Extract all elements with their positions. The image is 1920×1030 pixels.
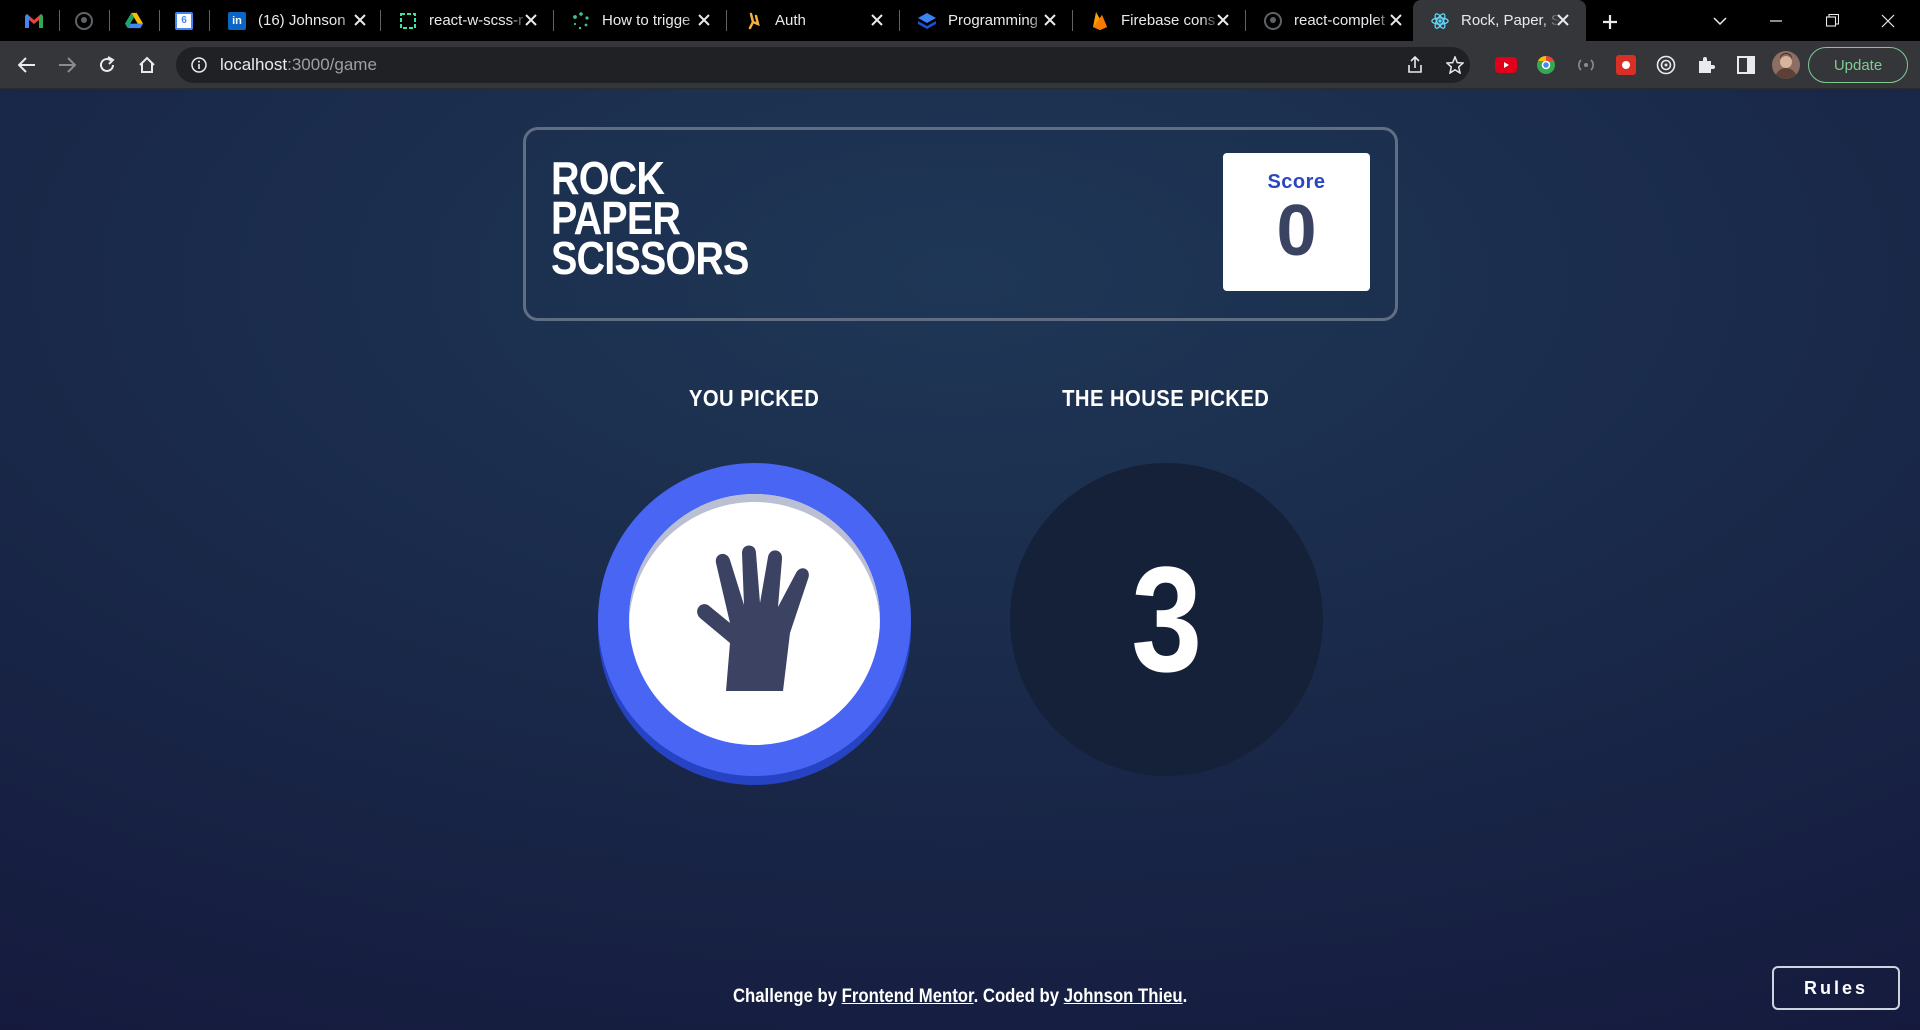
tab-github-pinned[interactable] [60, 0, 108, 41]
gmail-icon [25, 12, 43, 30]
tab-auth[interactable]: Auth [727, 0, 900, 41]
firebase-icon [1091, 11, 1109, 30]
back-button[interactable] [11, 49, 43, 81]
tab-title: How to trigge [602, 12, 691, 29]
tab-firebase[interactable]: Firebase cons [1073, 0, 1246, 41]
tab-title: Rock, Paper, S [1461, 12, 1561, 29]
tab-programming[interactable]: Programming [900, 0, 1073, 41]
rules-button[interactable]: Rules [1772, 966, 1900, 1010]
tab-gmail[interactable] [10, 0, 58, 41]
close-tab-icon[interactable] [1554, 11, 1572, 29]
github-icon [75, 11, 93, 30]
score-box: Score 0 [1223, 153, 1370, 291]
tab-codesandbox[interactable]: react-w-scss-r [381, 0, 554, 41]
share-icon[interactable] [1404, 54, 1426, 76]
loading-icon [572, 11, 590, 30]
browser-toolbar: localhost:3000/game Update [0, 41, 1920, 89]
broadcast-extension-icon[interactable] [1574, 53, 1598, 77]
close-tab-icon[interactable] [695, 11, 713, 29]
address-bar[interactable]: localhost:3000/game [176, 47, 1470, 83]
red-extension-icon[interactable] [1614, 53, 1638, 77]
frontend-mentor-link[interactable]: Frontend Mentor [842, 986, 974, 1007]
author-link[interactable]: Johnson Thieu [1064, 986, 1183, 1007]
bookmark-star-icon[interactable] [1444, 54, 1466, 76]
restore-icon [1825, 14, 1839, 27]
tab-search-button[interactable] [1692, 0, 1748, 41]
side-panel-icon[interactable] [1734, 53, 1758, 77]
site-info-icon[interactable] [190, 56, 208, 74]
google-calendar-icon: 6 [175, 11, 193, 30]
you-picked-label: YOU PICKED [688, 385, 820, 411]
tab-title: react-w-scss-r [429, 12, 524, 29]
target-extension-icon[interactable] [1654, 53, 1678, 77]
close-tab-icon[interactable] [868, 11, 886, 29]
auth-app-icon [745, 12, 763, 30]
url-text: localhost:3000/game [220, 55, 377, 74]
react-icon [1431, 12, 1449, 30]
new-tab-button[interactable] [1596, 8, 1624, 36]
minimize-button[interactable] [1748, 0, 1804, 41]
score-value: 0 [1276, 191, 1317, 271]
countdown-number: 3 [1131, 535, 1202, 703]
close-tab-icon[interactable] [351, 11, 369, 29]
house-picked-label: THE HOUSE PICKED [1062, 385, 1270, 411]
minimize-icon [1770, 19, 1782, 22]
game-page: ROCK PAPER SCISSORS Score 0 YOU PICKED T… [0, 89, 1920, 1030]
attribution: Challenge by Frontend Mentor. Coded by J… [732, 986, 1188, 1007]
tab-title: Firebase cons [1121, 12, 1216, 29]
profile-avatar[interactable] [1772, 51, 1800, 79]
close-icon [1881, 14, 1895, 27]
stackblitz-icon [918, 12, 936, 30]
player-choice-paper [598, 463, 911, 785]
game-logo: ROCK PAPER SCISSORS [551, 152, 749, 284]
reload-button[interactable] [91, 49, 123, 81]
extensions-puzzle-icon[interactable] [1694, 53, 1718, 77]
tab-title: (16) Johnson [258, 12, 346, 29]
tab-strip: 6 in (16) Johnson react-w-scss-r How to … [0, 0, 1920, 41]
paper-chip-face [629, 494, 880, 745]
forward-button[interactable] [51, 49, 83, 81]
home-icon [139, 56, 155, 73]
paper-hand-icon [696, 545, 809, 691]
close-tab-icon[interactable] [522, 11, 540, 29]
arrow-left-icon [18, 57, 35, 73]
codesandbox-icon [399, 12, 417, 30]
house-choice-countdown: 3 [1010, 463, 1323, 776]
tab-how-to-trigger[interactable]: How to trigge [554, 0, 727, 41]
plus-icon [1603, 15, 1617, 29]
home-button[interactable] [131, 49, 163, 81]
close-tab-icon[interactable] [1214, 11, 1232, 29]
close-tab-icon[interactable] [1041, 11, 1059, 29]
tab-title: Programming [948, 12, 1039, 29]
update-button[interactable]: Update [1808, 47, 1908, 83]
tab-title: Auth [775, 12, 806, 29]
restore-button[interactable] [1804, 0, 1860, 41]
tab-linkedin[interactable]: in (16) Johnson [210, 0, 383, 41]
tab-google-drive[interactable] [110, 0, 158, 41]
close-tab-icon[interactable] [1387, 11, 1405, 29]
score-header: ROCK PAPER SCISSORS Score 0 [523, 127, 1398, 321]
reload-icon [100, 56, 115, 72]
linkedin-icon: in [228, 11, 246, 30]
youtube-extension-icon[interactable] [1494, 53, 1518, 77]
tab-github-react[interactable]: react-complet [1246, 0, 1419, 41]
tab-title: react-complet [1294, 12, 1385, 29]
close-window-button[interactable] [1860, 0, 1916, 41]
tab-google-calendar[interactable]: 6 [160, 0, 208, 41]
chrome-extension-icon[interactable] [1534, 53, 1558, 77]
google-drive-icon [125, 12, 143, 30]
tab-rock-paper-scissors[interactable]: Rock, Paper, S [1413, 0, 1586, 41]
github-icon [1264, 11, 1282, 30]
arrow-right-icon [59, 57, 76, 73]
chevron-down-icon [1713, 16, 1727, 25]
